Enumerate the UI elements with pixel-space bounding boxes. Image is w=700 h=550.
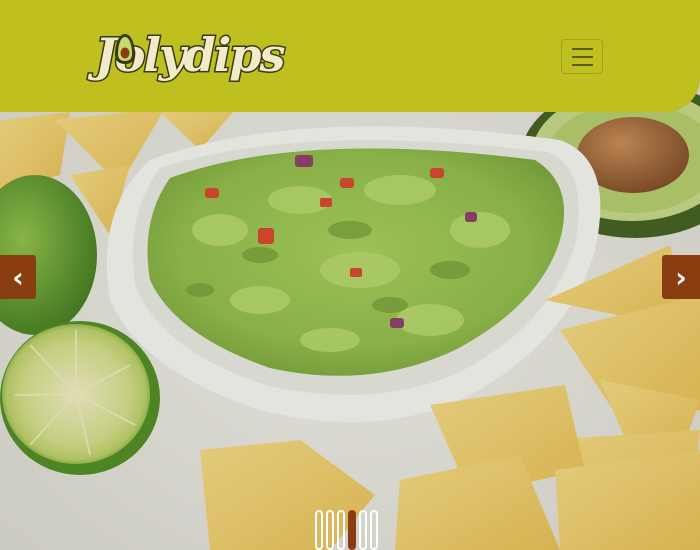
carousel-indicator[interactable] <box>315 510 323 550</box>
carousel-indicator[interactable] <box>370 510 378 550</box>
avocado-icon <box>115 34 135 64</box>
hamburger-icon-line <box>571 55 593 58</box>
chevron-left-icon: ‹ <box>12 260 24 294</box>
carousel-indicators <box>315 510 385 550</box>
carousel-indicator[interactable] <box>326 510 334 550</box>
menu-toggle-button[interactable] <box>561 39 603 74</box>
page: Jolydips ‹ › <box>0 0 700 550</box>
carousel-indicator[interactable] <box>359 510 367 550</box>
carousel-next-button[interactable]: › <box>662 255 700 299</box>
carousel-indicator[interactable] <box>348 510 356 550</box>
hamburger-icon-line <box>571 63 593 66</box>
brand-logo[interactable]: Jolydips <box>94 22 287 94</box>
site-header: Jolydips <box>0 0 700 112</box>
carousel-prev-button[interactable]: ‹ <box>0 255 36 299</box>
chevron-right-icon: › <box>675 260 687 294</box>
carousel-indicator[interactable] <box>337 510 345 550</box>
hamburger-icon-line <box>571 47 593 50</box>
